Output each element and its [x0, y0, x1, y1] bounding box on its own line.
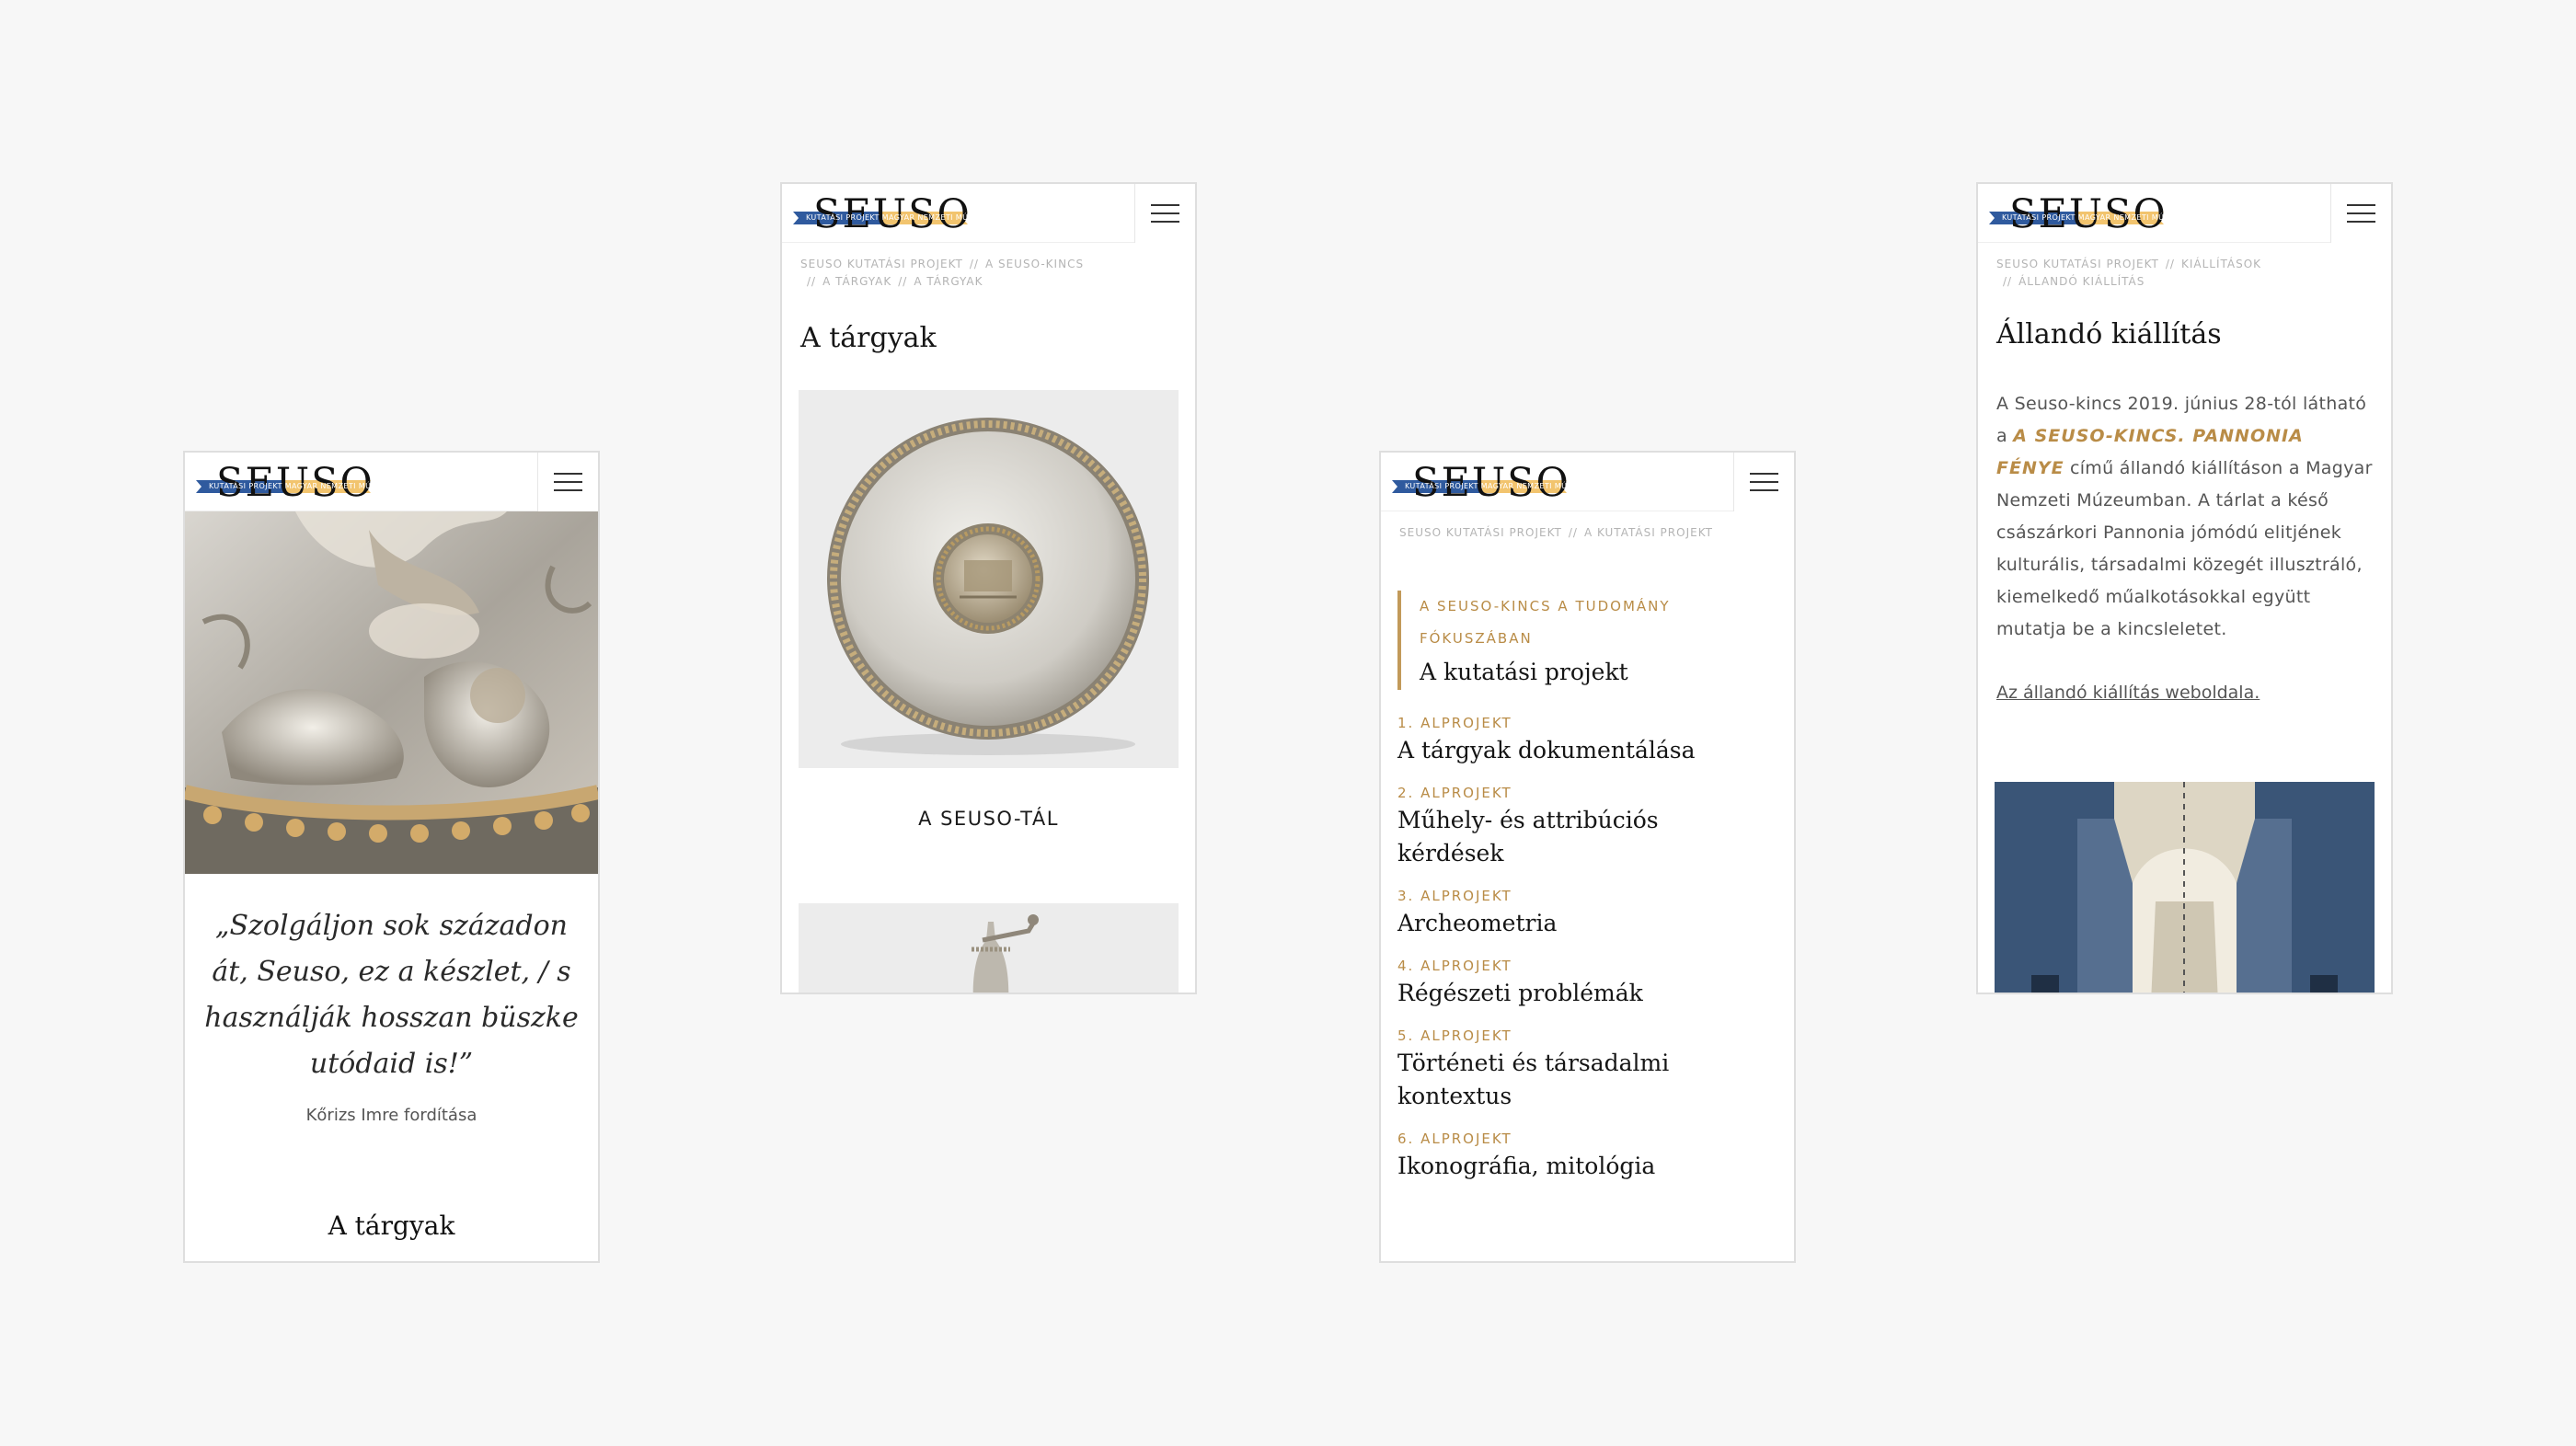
section-eyebrow: A SEUSO-KINCS A TUDOMÁNY FÓKUSZÁBAN [1420, 598, 1671, 647]
quote-text: „Szolgáljon sok századon át, Seuso, ez a… [204, 910, 579, 1080]
quote-credit: Kőrizs Imre fordítása [305, 1106, 477, 1125]
seuso-logo[interactable]: SEUSO KUTATÁSI PROJEKT MAGYAR NEMZETI MÚ… [793, 195, 991, 235]
subproject-item[interactable]: 3. ALPROJEKT Archeometria [1397, 885, 1756, 940]
hamburger-menu-icon[interactable] [2330, 184, 2391, 243]
subproject-number: 1. ALPROJEKT [1397, 715, 1512, 731]
section-header: A SEUSO-KINCS A TUDOMÁNY FÓKUSZÁBAN A ku… [1397, 591, 1723, 690]
breadcrumb: Seuso kutatási projekt//A kutatási proje… [1399, 526, 1713, 539]
subproject-number: 5. ALPROJEKT [1397, 1027, 1512, 1044]
exhibition-website-link[interactable]: Az állandó kiállítás weboldala. [1996, 683, 2260, 703]
exhibition-hall-image [1995, 782, 2375, 993]
section-heading: A kutatási projekt [1420, 659, 1628, 685]
subproject-item[interactable]: 4. ALPROJEKT Régészeti problémák [1397, 955, 1756, 1010]
hamburger-menu-icon[interactable] [537, 453, 598, 511]
hamburger-menu-icon[interactable] [1134, 184, 1195, 243]
subproject-title: Történeti és társadalmi kontextus [1397, 1050, 1670, 1109]
subproject-title: Ikonográfia, mitológia [1397, 1153, 1656, 1179]
header: SEUSO KUTATÁSI PROJEKT MAGYAR NEMZETI MÚ… [782, 184, 1195, 243]
phone-screen-permanent-exhibition: SEUSO KUTATÁSI PROJEKT MAGYAR NEMZETI MÚ… [1976, 182, 2393, 994]
phone-screen-research-project: SEUSO KUTATÁSI PROJEKT MAGYAR NEMZETI MÚ… [1379, 451, 1796, 1263]
breadcrumb-item[interactable]: Kiállítások [2181, 258, 2261, 270]
exhibition-hall-illustration [1995, 782, 2375, 993]
subproject-item[interactable]: 5. ALPROJEKT Történeti és társadalmi kon… [1397, 1025, 1756, 1113]
description-text: című állandó kiállításon a Magyar Nemzet… [1996, 458, 2373, 639]
header: SEUSO KUTATÁSI PROJEKT MAGYAR NEMZETI MÚ… [1381, 453, 1794, 511]
header: SEUSO KUTATÁSI PROJEKT MAGYAR NEMZETI MÚ… [1978, 184, 2391, 243]
seuso-plate-image[interactable] [799, 390, 1179, 768]
phone-screen-objects: SEUSO KUTATÁSI PROJEKT MAGYAR NEMZETI MÚ… [780, 182, 1197, 994]
subproject-item[interactable]: 6. ALPROJEKT Ikonográfia, mitológia [1397, 1128, 1756, 1183]
logo-ribbon-text: KUTATÁSI PROJEKT MAGYAR NEMZETI MÚZEUM [209, 482, 395, 490]
breadcrumb-item: A kutatási projekt [1583, 526, 1713, 539]
breadcrumb-item: Állandó kiállítás [2018, 275, 2145, 288]
breadcrumb-item[interactable]: Seuso kutatási projekt [1399, 526, 1562, 539]
subproject-number: 6. ALPROJEKT [1397, 1130, 1512, 1147]
page-title: A tárgyak [800, 322, 937, 354]
breadcrumb-item[interactable]: A tárgyak [822, 275, 891, 288]
seuso-logo[interactable]: SEUSO KUTATÁSI PROJEKT MAGYAR NEMZETI MÚ… [196, 464, 394, 503]
logo-ribbon-text: KUTATÁSI PROJEKT MAGYAR NEMZETI MÚZEUM [806, 213, 992, 222]
ewer-image[interactable] [799, 903, 1179, 993]
subproject-list: 1. ALPROJEKT A tárgyak dokumentálása 2. … [1397, 712, 1756, 1198]
breadcrumb: Seuso kutatási projekt//Kiállítások //Ál… [1996, 258, 2262, 288]
breadcrumb-item[interactable]: Seuso kutatási projekt [800, 258, 963, 270]
subproject-number: 2. ALPROJEKT [1397, 785, 1512, 801]
hamburger-menu-icon[interactable] [1733, 453, 1794, 511]
subproject-title: Régészeti problémák [1397, 980, 1643, 1006]
card-label[interactable]: A SEUSO-TÁL [782, 808, 1195, 830]
subproject-title: Archeometria [1397, 910, 1558, 936]
logo-ribbon-text: KUTATÁSI PROJEKT MAGYAR NEMZETI MÚZEUM [1405, 482, 1591, 490]
breadcrumb-item: A tárgyak [914, 275, 983, 288]
subproject-item[interactable]: 2. ALPROJEKT Műhely- és attribúciós kérd… [1397, 782, 1756, 870]
subproject-number: 4. ALPROJEKT [1397, 958, 1512, 974]
logo-ribbon-text: KUTATÁSI PROJEKT MAGYAR NEMZETI MÚZEUM [2002, 213, 2188, 222]
header: SEUSO KUTATÁSI PROJEKT MAGYAR NEMZETI MÚ… [185, 453, 598, 511]
phone-screen-home: SEUSO KUTATÁSI PROJEKT MAGYAR NEMZETI MÚ… [183, 451, 600, 1263]
subproject-title: Műhely- és attribúciós kérdések [1397, 807, 1659, 866]
subproject-number: 3. ALPROJEKT [1397, 888, 1512, 904]
seuso-plate-illustration [827, 418, 1149, 755]
breadcrumb-item[interactable]: Seuso kutatási projekt [1996, 258, 2159, 270]
silver-relief-hero-image [185, 511, 598, 874]
seuso-logo[interactable]: SEUSO KUTATÁSI PROJEKT MAGYAR NEMZETI MÚ… [1989, 195, 2187, 235]
seuso-logo[interactable]: SEUSO KUTATÁSI PROJEKT MAGYAR NEMZETI MÚ… [1392, 464, 1590, 503]
subproject-title: A tárgyak dokumentálása [1397, 737, 1696, 763]
subproject-item[interactable]: 1. ALPROJEKT A tárgyak dokumentálása [1397, 712, 1756, 767]
ewer-illustration [972, 914, 1039, 993]
section-title: A tárgyak [328, 1211, 455, 1241]
breadcrumb-item[interactable]: A Seuso-kincs [985, 258, 1084, 270]
breadcrumb: Seuso kutatási projekt//A Seuso-kincs //… [800, 258, 1085, 288]
exhibition-description: A Seuso-kincs 2019. június 28-tól láthat… [1996, 388, 2375, 646]
page-title: Állandó kiállítás [1996, 318, 2222, 350]
